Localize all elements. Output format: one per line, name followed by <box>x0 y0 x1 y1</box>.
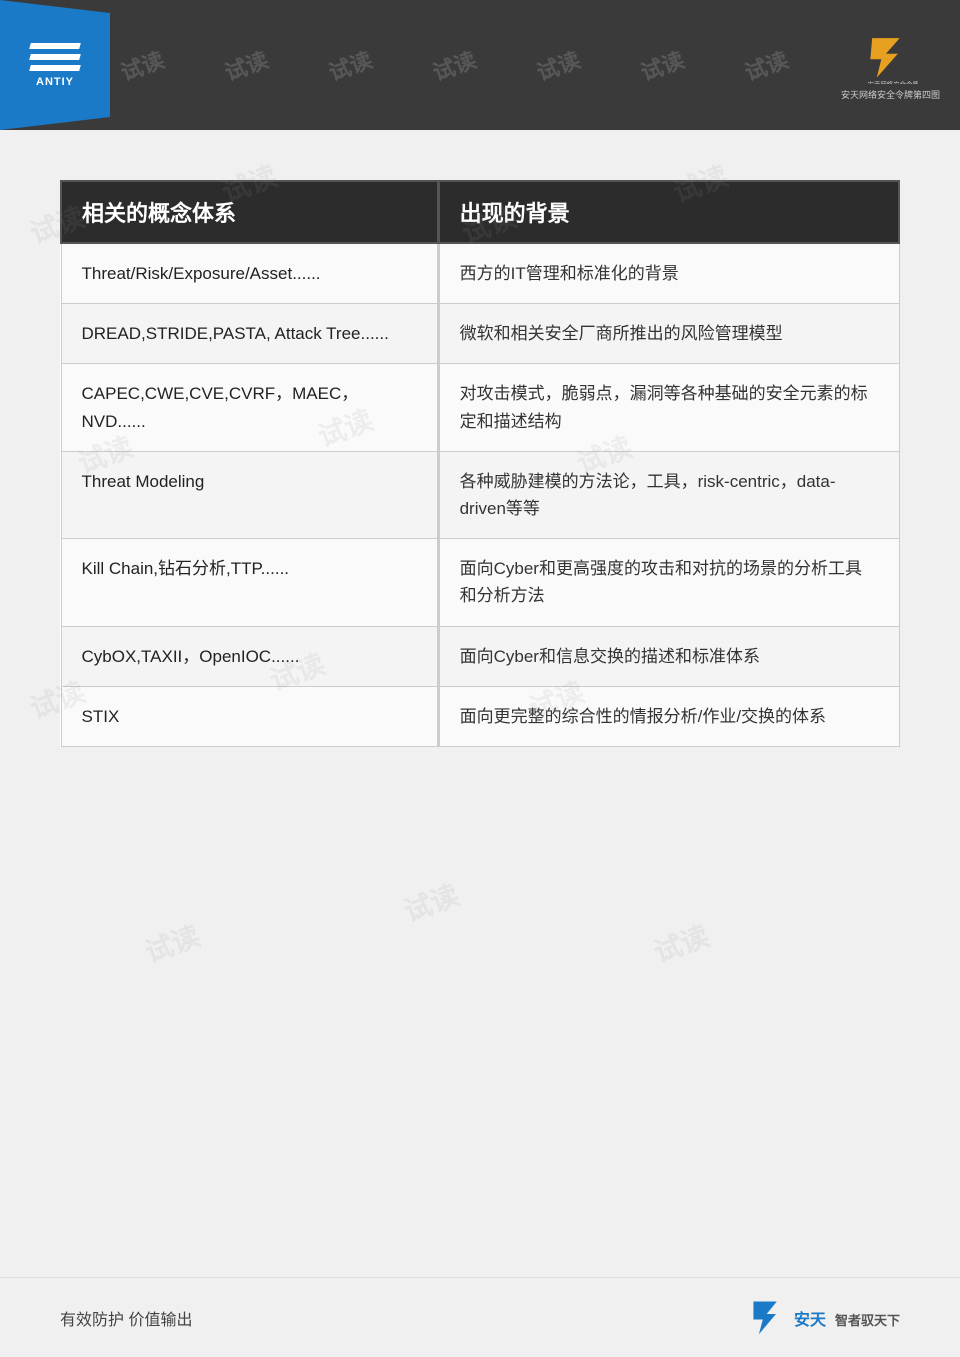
table-cell-background-1: 微软和相关安全厂商所推出的风险管理模型 <box>438 304 899 364</box>
footer-logo: 安天 智者驭天下 <box>749 1300 900 1335</box>
col1-header: 相关的概念体系 <box>61 181 438 243</box>
pw-12: 试读 <box>398 874 464 931</box>
table-row: STIX面向更完整的综合性的情报分析/作业/交换的体系 <box>61 686 899 746</box>
header-watermarks: 试读 试读 试读 试读 试读 试读 试读 <box>120 0 960 130</box>
table-cell-concept-3: Threat Modeling <box>61 451 438 538</box>
logo-box: ANTIY <box>0 0 110 130</box>
table-header-row: 相关的概念体系 出现的背景 <box>61 181 899 243</box>
header-right-text: 安天网络安全令牌第四图 <box>841 88 940 101</box>
footer-slogan: 有效防护 价值输出 <box>60 1306 192 1330</box>
pw-13: 试读 <box>648 914 714 971</box>
footer-logo-text: 安天 智者驭天下 <box>794 1306 900 1330</box>
header-wm-7: 试读 <box>740 42 792 87</box>
header-wm-2: 试读 <box>220 42 272 87</box>
table-cell-concept-4: Kill Chain,钻石分析,TTP...... <box>61 539 438 626</box>
table-row: CybOX,TAXII，OpenIOC......面向Cyber和信息交换的描述… <box>61 626 899 686</box>
header-wm-1: 试读 <box>116 42 168 87</box>
table-cell-concept-2: CAPEC,CWE,CVE,CVRF，MAEC，NVD...... <box>61 364 438 451</box>
table-cell-concept-0: Threat/Risk/Exposure/Asset...... <box>61 243 438 304</box>
table-cell-background-0: 西方的IT管理和标准化的背景 <box>438 243 899 304</box>
header: ANTIY 试读 试读 试读 试读 试读 试读 试读 安天网络安全令牌第四图 安… <box>0 0 960 130</box>
footer-antiy: 安天 <box>794 1312 826 1329</box>
svg-text:安天网络安全令牌第四图: 安天网络安全令牌第四图 <box>868 80 918 84</box>
footer-logo-icon <box>749 1300 789 1335</box>
header-wm-4: 试读 <box>428 42 480 87</box>
header-right-logo: 安天网络安全令牌第四图 安天网络安全令牌第四图 <box>841 29 940 101</box>
header-wm-3: 试读 <box>324 42 376 87</box>
pw-11: 试读 <box>139 914 205 971</box>
header-wm-6: 试读 <box>636 42 688 87</box>
table-cell-concept-1: DREAD,STRIDE,PASTA, Attack Tree...... <box>61 304 438 364</box>
table-cell-background-2: 对攻击模式，脆弱点，漏洞等各种基础的安全元素的标定和描述结构 <box>438 364 899 451</box>
table-row: Threat Modeling各种威胁建模的方法论，工具，risk-centri… <box>61 451 899 538</box>
col2-header: 出现的背景 <box>438 181 899 243</box>
logo-stripe-3 <box>29 65 81 71</box>
main-content: 相关的概念体系 出现的背景 Threat/Risk/Exposure/Asset… <box>0 130 960 787</box>
logo-stripe-1 <box>29 43 81 49</box>
table-cell-background-4: 面向Cyber和更高强度的攻击和对抗的场景的分析工具和分析方法 <box>438 539 899 626</box>
table-row: Kill Chain,钻石分析,TTP......面向Cyber和更高强度的攻击… <box>61 539 899 626</box>
table-row: Threat/Risk/Exposure/Asset......西方的IT管理和… <box>61 243 899 304</box>
table-row: CAPEC,CWE,CVE,CVRF，MAEC，NVD......对攻击模式，脆… <box>61 364 899 451</box>
table-cell-background-3: 各种威胁建模的方法论，工具，risk-centric，data-driven等等 <box>438 451 899 538</box>
table-cell-concept-6: STIX <box>61 686 438 746</box>
table-cell-background-5: 面向Cyber和信息交换的描述和标准体系 <box>438 626 899 686</box>
table-cell-concept-5: CybOX,TAXII，OpenIOC...... <box>61 626 438 686</box>
table-cell-background-6: 面向更完整的综合性的情报分析/作业/交换的体系 <box>438 686 899 746</box>
logo-stripes <box>30 43 80 71</box>
logo-stripe-2 <box>29 54 81 60</box>
concept-table: 相关的概念体系 出现的背景 Threat/Risk/Exposure/Asset… <box>60 180 900 747</box>
logo-text: ANTIY <box>36 76 74 88</box>
table-row: DREAD,STRIDE,PASTA, Attack Tree......微软和… <box>61 304 899 364</box>
footer: 有效防护 价值输出 安天 智者驭天下 <box>0 1277 960 1357</box>
antiy-header-icon: 安天网络安全令牌第四图 <box>863 29 918 84</box>
header-wm-5: 试读 <box>532 42 584 87</box>
footer-sub: 智者驭天下 <box>835 1313 900 1328</box>
